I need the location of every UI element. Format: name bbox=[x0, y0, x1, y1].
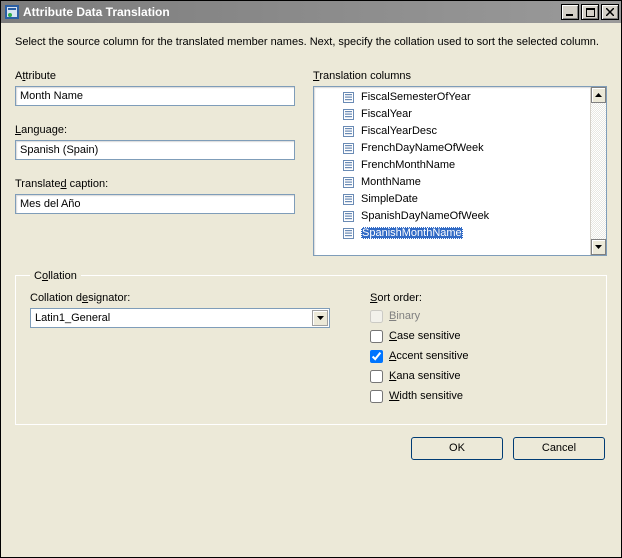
collation-designator-label: Collation designator: bbox=[30, 292, 330, 304]
collation-group: Collation Collation designator: Latin1_G… bbox=[15, 270, 607, 425]
attribute-field[interactable]: Month Name bbox=[15, 86, 295, 106]
list-item-label: FiscalSemesterOfYear bbox=[361, 91, 471, 103]
column-icon bbox=[342, 142, 355, 155]
column-icon bbox=[342, 193, 355, 206]
column-icon bbox=[342, 125, 355, 138]
scroll-down-button[interactable] bbox=[591, 239, 606, 255]
column-icon bbox=[342, 227, 355, 240]
sort-order-option-label: Binary bbox=[389, 310, 420, 322]
list-item-label: FrenchMonthName bbox=[361, 159, 455, 171]
list-item-label: MonthName bbox=[361, 176, 421, 188]
attribute-value: Month Name bbox=[20, 90, 83, 102]
scroll-up-button[interactable] bbox=[591, 87, 606, 103]
list-item[interactable]: FiscalSemesterOfYear bbox=[314, 89, 590, 106]
titlebar[interactable]: Attribute Data Translation bbox=[1, 1, 621, 23]
list-item[interactable]: SpanishDayNameOfWeek bbox=[314, 208, 590, 225]
maximize-button[interactable] bbox=[581, 4, 599, 20]
list-item-label: FiscalYear bbox=[361, 108, 412, 120]
ok-button[interactable]: OK bbox=[411, 437, 503, 460]
collation-designator-select[interactable]: Latin1_General bbox=[30, 308, 330, 328]
sort-order-checkbox[interactable] bbox=[370, 330, 383, 343]
translated-caption-input[interactable] bbox=[15, 194, 295, 214]
minimize-button[interactable] bbox=[561, 4, 579, 20]
sort-order-checkbox[interactable] bbox=[370, 350, 383, 363]
language-label: Language: bbox=[15, 124, 295, 136]
description-text: Select the source column for the transla… bbox=[15, 35, 607, 50]
list-item[interactable]: FiscalYear bbox=[314, 106, 590, 123]
sort-order-option-label: Width sensitive bbox=[389, 390, 463, 402]
translation-columns-listbox[interactable]: FiscalSemesterOfYear FiscalYear FiscalYear… bbox=[313, 86, 607, 256]
list-item[interactable]: SimpleDate bbox=[314, 191, 590, 208]
list-item-label: SpanishMonthName bbox=[361, 227, 463, 239]
app-icon bbox=[5, 5, 19, 19]
list-item[interactable]: FrenchMonthName bbox=[314, 157, 590, 174]
scroll-track[interactable] bbox=[591, 103, 606, 239]
dialog-window: Attribute Data Translation Select the so… bbox=[0, 0, 622, 558]
dropdown-button[interactable] bbox=[312, 310, 328, 326]
sort-order-option[interactable]: Kana sensitive bbox=[370, 368, 592, 385]
cancel-button[interactable]: Cancel bbox=[513, 437, 605, 460]
collation-legend: Collation bbox=[30, 270, 81, 282]
sort-order-option-label: Accent sensitive bbox=[389, 350, 469, 362]
sort-order-option[interactable]: Case sensitive bbox=[370, 328, 592, 345]
sort-order-checkbox[interactable] bbox=[370, 390, 383, 403]
list-item[interactable]: FrenchDayNameOfWeek bbox=[314, 140, 590, 157]
sort-order-option[interactable]: Width sensitive bbox=[370, 388, 592, 405]
column-icon bbox=[342, 108, 355, 121]
sort-order-option-label: Case sensitive bbox=[389, 330, 461, 342]
sort-order-option-label: Kana sensitive bbox=[389, 370, 461, 382]
column-icon bbox=[342, 159, 355, 172]
attribute-label: Attribute bbox=[15, 70, 295, 82]
list-item-label: SpanishDayNameOfWeek bbox=[361, 210, 489, 222]
list-item[interactable]: FiscalYearDesc bbox=[314, 123, 590, 140]
sort-order-option[interactable]: Accent sensitive bbox=[370, 348, 592, 365]
column-icon bbox=[342, 176, 355, 189]
sort-order-label: Sort order: bbox=[370, 292, 592, 304]
list-item[interactable]: MonthName bbox=[314, 174, 590, 191]
close-button[interactable] bbox=[601, 4, 619, 20]
window-title: Attribute Data Translation bbox=[23, 5, 170, 19]
list-item-label: FrenchDayNameOfWeek bbox=[361, 142, 484, 154]
sort-order-checkbox[interactable] bbox=[370, 370, 383, 383]
list-item-label: SimpleDate bbox=[361, 193, 418, 205]
language-value: Spanish (Spain) bbox=[20, 144, 98, 156]
button-row: OK Cancel bbox=[15, 429, 607, 462]
column-icon bbox=[342, 210, 355, 223]
list-item[interactable]: SpanishMonthName bbox=[314, 225, 590, 242]
sort-order-option: Binary bbox=[370, 308, 592, 325]
language-field[interactable]: Spanish (Spain) bbox=[15, 140, 295, 160]
listbox-scrollbar[interactable] bbox=[590, 87, 606, 255]
translated-caption-label: Translated caption: bbox=[15, 178, 295, 190]
content-area: Select the source column for the transla… bbox=[1, 23, 621, 557]
sort-order-checkbox bbox=[370, 310, 383, 323]
list-item-label: FiscalYearDesc bbox=[361, 125, 437, 137]
collation-designator-value: Latin1_General bbox=[35, 312, 110, 324]
translation-columns-label: Translation columns bbox=[313, 70, 607, 82]
column-icon bbox=[342, 91, 355, 104]
